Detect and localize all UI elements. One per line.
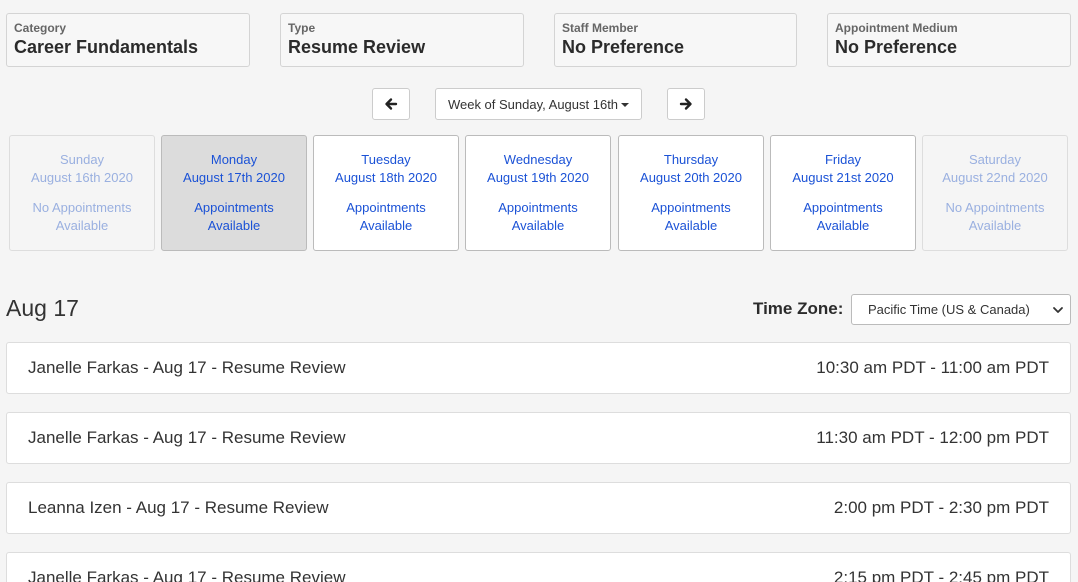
filter-value: Resume Review [288,37,426,57]
slot-time: 10:30 am PDT - 11:00 am PDT [816,358,1049,377]
category-filter[interactable]: Category Career Fundamentals [6,13,250,67]
day-date: August 21st 2020 [792,170,894,185]
day-status: No Appointments [32,200,132,215]
appointment-slot[interactable]: Leanna Izen - Aug 17 - Resume Review 2:0… [6,482,1071,534]
staff-member-filter[interactable]: Staff Member No Preference [554,13,797,67]
day-date: August 20th 2020 [640,170,742,185]
day-date: August 18th 2020 [335,170,437,185]
filter-label: Appointment Medium [835,21,958,35]
filter-value: No Preference [835,37,958,57]
day-card-thursday[interactable]: Thursday August 20th 2020 Appointments A… [618,135,764,251]
slot-time: 2:00 pm PDT - 2:30 pm PDT [833,498,1049,517]
day-name: Wednesday [503,152,573,167]
slot-time: 2:15 pm PDT - 2:45 pm PDT [833,568,1049,582]
next-week-button[interactable] [667,88,705,120]
day-status: Appointments [651,200,731,215]
appointment-medium-filter[interactable]: Appointment Medium No Preference [827,13,1071,67]
slot-title: Leanna Izen - Aug 17 - Resume Review [28,498,329,517]
day-status-2: Available [55,218,109,233]
slot-title: Janelle Farkas - Aug 17 - Resume Review [28,428,346,447]
day-name: Tuesday [361,152,411,167]
day-date: August 16th 2020 [31,170,133,185]
filter-label: Staff Member [562,21,639,35]
selected-date-heading: Aug 17 [6,295,79,321]
chevron-down-icon [1053,307,1063,313]
day-status: Appointments [346,200,426,215]
day-status: No Appointments [945,200,1045,215]
caret-down-icon [621,103,630,107]
day-status-2: Available [359,218,413,233]
day-name: Friday [824,152,862,167]
day-status-2: Available [511,218,565,233]
day-status-2: Available [664,218,718,233]
day-date: August 19th 2020 [487,170,589,185]
filter-bar: Category Career Fundamentals Type Resume… [0,13,1078,67]
day-card-saturday: Saturday August 22nd 2020 No Appointment… [922,135,1068,251]
day-card-monday[interactable]: Monday August 17th 2020 Appointments Ava… [161,135,307,251]
appointment-slot[interactable]: Janelle Farkas - Aug 17 - Resume Review … [6,552,1071,582]
day-name: Saturday [968,152,1022,167]
filter-label: Type [288,21,316,35]
week-label: Week of Sunday, August 16th [447,96,619,112]
filter-value: Career Fundamentals [14,37,199,57]
filter-value: No Preference [562,37,685,57]
arrow-right-icon [679,98,692,110]
timezone-label: Time Zone: [753,299,844,318]
day-status-2: Available [207,218,261,233]
slot-time: 11:30 am PDT - 12:00 pm PDT [816,428,1049,447]
appointment-slot[interactable]: Janelle Farkas - Aug 17 - Resume Review … [6,342,1071,394]
timezone-value: Pacific Time (US & Canada) [868,302,1030,317]
type-filter[interactable]: Type Resume Review [280,13,524,67]
week-selector[interactable]: Week of Sunday, August 16th [435,88,642,120]
day-date: August 17th 2020 [183,170,285,185]
day-status: Appointments [498,200,578,215]
day-name: Thursday [663,152,719,167]
timezone-select[interactable]: Pacific Time (US & Canada) [851,294,1071,325]
day-date: August 22nd 2020 [942,170,1048,185]
day-status-2: Available [968,218,1022,233]
arrow-left-icon [385,98,398,110]
day-card-sunday: Sunday August 16th 2020 No Appointments … [9,135,155,251]
day-status: Appointments [194,200,274,215]
slot-title: Janelle Farkas - Aug 17 - Resume Review [28,568,346,582]
day-status: Appointments [803,200,883,215]
day-status-2: Available [816,218,870,233]
slot-title: Janelle Farkas - Aug 17 - Resume Review [28,358,346,377]
day-card-friday[interactable]: Friday August 21st 2020 Appointments Ava… [770,135,916,251]
filter-label: Category [14,21,67,35]
day-name: Monday [210,152,258,167]
appointment-slot[interactable]: Janelle Farkas - Aug 17 - Resume Review … [6,412,1071,464]
previous-week-button[interactable] [372,88,410,120]
day-name: Sunday [59,152,105,167]
day-card-wednesday[interactable]: Wednesday August 19th 2020 Appointments … [465,135,611,251]
day-card-tuesday[interactable]: Tuesday August 18th 2020 Appointments Av… [313,135,459,251]
